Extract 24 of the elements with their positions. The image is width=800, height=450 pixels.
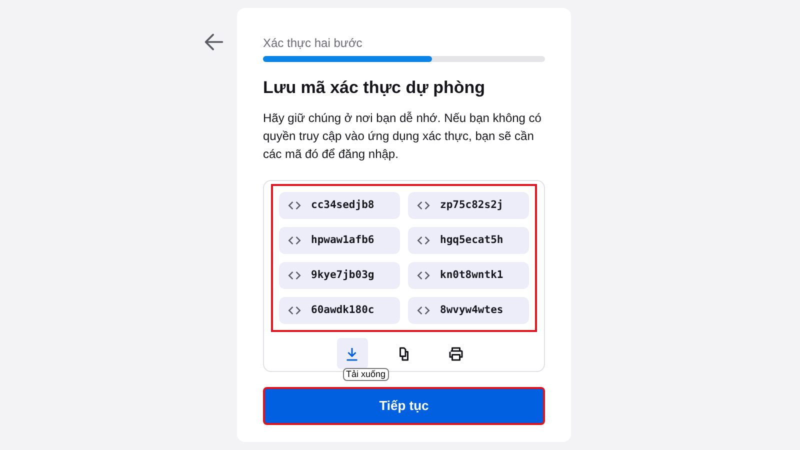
code-icon — [417, 271, 430, 280]
code-text: 60awdk180c — [311, 302, 374, 318]
print-icon — [447, 344, 465, 362]
page-title: Lưu mã xác thực dự phòng — [263, 77, 486, 99]
description-text: Hãy giữ chúng ở nơi bạn dễ nhớ. Nếu bạn không có quyền truy cập vào ứng dụng xác thực, bạn sẽ cần các mã đó để đăng nhập. — [263, 110, 542, 163]
code-icon — [417, 201, 430, 210]
back-icon[interactable] — [203, 31, 225, 53]
code-icon — [288, 201, 301, 210]
code-text: 8wvyw4wtes — [440, 302, 504, 318]
code-icon — [288, 271, 301, 280]
code-text: 9kye7jb03g — [311, 268, 374, 283]
download-button[interactable] — [336, 338, 368, 369]
code-text: hpwaw1afb6 — [311, 232, 374, 248]
continue-button[interactable]: Tiếp tục — [263, 387, 545, 425]
code-icon — [288, 306, 301, 315]
code-text: cc34sedjb8 — [311, 198, 374, 213]
code-text: zp75c82s2j — [440, 198, 504, 213]
code-icon — [417, 236, 430, 245]
code-icon — [417, 306, 430, 315]
code-text: kn0t8wntk1 — [440, 268, 504, 283]
tooltip: Tải xuống — [343, 368, 389, 381]
code-icon — [288, 236, 301, 245]
step-label: Xác thực hai bước — [263, 36, 364, 50]
code-text: hgq5ecat5h — [440, 232, 504, 248]
